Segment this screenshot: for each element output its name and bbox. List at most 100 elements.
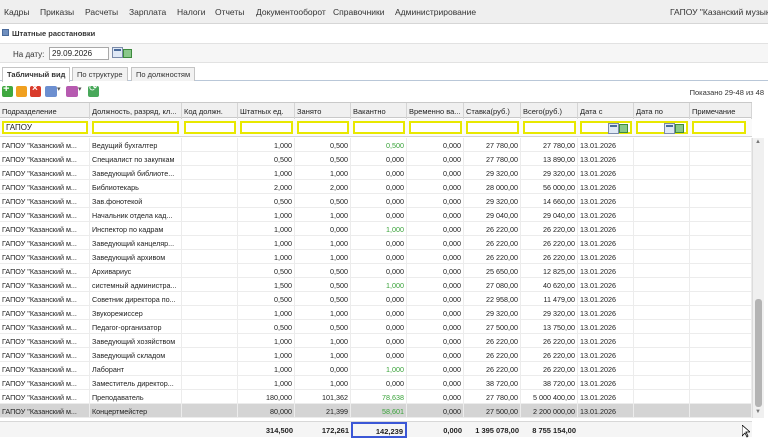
table-row[interactable]: ГАПОУ "Казанский м... Преподаватель 180,00… [0, 390, 752, 404]
cell-note [690, 292, 752, 306]
cell-note [690, 404, 752, 418]
menu-item-zarplata[interactable]: Зарплата [129, 7, 166, 17]
total-occupied: 172,261 [321, 426, 349, 435]
cell-rate: 28 000,00 [464, 180, 521, 194]
table-row[interactable]: ГАПОУ "Казанский м... системный администр… [0, 278, 752, 292]
cell-department: ГАПОУ "Казанский м... [0, 362, 90, 376]
cell-date-from: 13.01.2026 [578, 264, 634, 278]
filter-occupied-input[interactable] [297, 121, 349, 134]
cell-temp-vacant: 0,000 [407, 334, 464, 348]
table-row[interactable]: ГАПОУ "Казанский м... Советник директора … [0, 292, 752, 306]
cell-units: 0,500 [238, 264, 295, 278]
table-row[interactable]: ГАПОУ "Казанский м... Заместитель директо… [0, 376, 752, 390]
print-icon[interactable] [45, 86, 57, 97]
menu-item-kadry[interactable]: Кадры [4, 7, 29, 17]
cell-date-from: 13.01.2026 [578, 362, 634, 376]
cell-units: 1,000 [238, 138, 295, 152]
add-icon[interactable] [2, 83, 13, 97]
table-row[interactable]: ГАПОУ "Казанский м... Звукорежиссер 1,000 1… [0, 306, 752, 320]
table-row[interactable]: ГАПОУ "Казанский м... Заведующий хозяйств… [0, 334, 752, 348]
cell-position: Лаборант [90, 362, 182, 376]
cell-total: 26 220,00 [521, 250, 578, 264]
table-row[interactable]: ГАПОУ "Казанский м... Зав.фонотекой 0,500 0… [0, 194, 752, 208]
print-dropdown-icon[interactable] [57, 85, 63, 97]
menu-item-raschety[interactable]: Расчеты [85, 7, 118, 17]
filter-note-input[interactable] [692, 121, 746, 134]
table-row[interactable]: ГАПОУ "Казанский м... Концертмейстер 80,00… [0, 404, 752, 418]
menu-item-admin[interactable]: Администрирование [395, 7, 476, 17]
filter-total-input[interactable] [523, 121, 576, 134]
filter-units-input[interactable] [240, 121, 293, 134]
menu-item-directories[interactable]: Справочники [333, 7, 385, 17]
table-row[interactable]: ГАПОУ "Казанский м... Библиотекарь 2,000 2,… [0, 180, 752, 194]
cell-code [182, 180, 238, 194]
col-header-vacant[interactable]: Вакантно [351, 103, 407, 119]
cell-position: Начальник отдела кад... [90, 208, 182, 222]
filter-code-input[interactable] [184, 121, 236, 134]
menu-item-nalogi[interactable]: Налоги [177, 7, 206, 17]
col-header-units[interactable]: Штатных ед. [238, 103, 295, 119]
edit-icon[interactable] [16, 86, 27, 97]
calendar-icon[interactable] [112, 47, 123, 58]
filter-date-from-calendar-icon[interactable] [608, 123, 619, 134]
scroll-down-icon[interactable]: ▼ [755, 409, 761, 415]
export-icon[interactable] [66, 86, 78, 97]
scroll-up-icon[interactable]: ▲ [755, 139, 761, 145]
filter-date-from-apply-icon[interactable] [619, 124, 628, 133]
cell-total: 5 000 400,00 [521, 390, 578, 404]
table-row[interactable]: ГАПОУ "Казанский м... Педагог-организатор… [0, 320, 752, 334]
filter-temp-vacant-input[interactable] [409, 121, 462, 134]
filter-date-to-apply-icon[interactable] [675, 124, 684, 133]
filter-position-input[interactable] [92, 121, 179, 134]
col-header-temp-vacant[interactable]: Временно ва... [407, 103, 464, 119]
export-dropdown-icon[interactable] [78, 85, 84, 97]
cell-rate: 26 220,00 [464, 334, 521, 348]
cell-note [690, 306, 752, 320]
cell-date-to [634, 376, 690, 390]
filter-date-to-calendar-icon[interactable] [664, 123, 675, 134]
table-row[interactable]: ГАПОУ "Казанский м... Инспектор по кадрам… [0, 222, 752, 236]
tab-by-structure[interactable]: По структуре [72, 67, 128, 81]
cell-occupied: 0,500 [295, 152, 351, 166]
table-row[interactable]: ГАПОУ "Казанский м... Заведующий архивом 1… [0, 250, 752, 264]
cell-date-to [634, 320, 690, 334]
table-row[interactable]: ГАПОУ "Казанский м... Лаборант 1,000 0,000 1… [0, 362, 752, 376]
vertical-scrollbar[interactable]: ▲ ▼ [752, 138, 764, 418]
filter-department-input[interactable] [2, 121, 88, 134]
table-row[interactable]: ГАПОУ "Казанский м... Архивариус 0,500 0,50… [0, 264, 752, 278]
refresh-icon[interactable] [88, 83, 99, 97]
cell-occupied: 101,362 [295, 390, 351, 404]
date-input[interactable] [49, 47, 109, 60]
menu-item-prikazy[interactable]: Приказы [40, 7, 74, 17]
filter-rate-input[interactable] [466, 121, 519, 134]
tab-by-positions[interactable]: По должностям [131, 67, 196, 81]
table-row[interactable]: ГАПОУ "Казанский м... Специалист по закуп… [0, 152, 752, 166]
col-header-department[interactable]: Подразделение [0, 103, 90, 119]
table-row[interactable]: ГАПОУ "Казанский м... Заведующий складом 1… [0, 348, 752, 362]
col-header-total[interactable]: Всего(руб.) [521, 103, 578, 119]
filter-vacant-input[interactable] [353, 121, 405, 134]
scrollbar-thumb[interactable] [755, 299, 762, 407]
table-row[interactable]: ГАПОУ "Казанский м... Заведующий библиоте… [0, 166, 752, 180]
cell-total: 11 479,00 [521, 292, 578, 306]
table-row[interactable]: ГАПОУ "Казанский м... Ведущий бухгалтер 1,… [0, 138, 752, 152]
col-header-code[interactable]: Код должн. [182, 103, 238, 119]
col-header-occupied[interactable]: Занято [295, 103, 351, 119]
apply-date-icon[interactable] [123, 49, 132, 58]
table-row[interactable]: ГАПОУ "Казанский м... Заведующий канцеляр… [0, 236, 752, 250]
cell-code [182, 404, 238, 418]
col-header-date-from[interactable]: Дата с [578, 103, 634, 119]
delete-icon[interactable] [30, 83, 41, 97]
cell-date-to [634, 236, 690, 250]
cell-date-from: 13.01.2026 [578, 348, 634, 362]
col-header-position[interactable]: Должность, разряд, кл... [90, 103, 182, 119]
cell-note [690, 334, 752, 348]
menu-item-otchety[interactable]: Отчеты [215, 7, 244, 17]
table-row[interactable]: ГАПОУ "Казанский м... Начальник отдела ка… [0, 208, 752, 222]
col-header-date-to[interactable]: Дата по [634, 103, 690, 119]
menu-item-documents[interactable]: Документооборот [256, 7, 326, 17]
cell-date-from: 13.01.2026 [578, 152, 634, 166]
col-header-note[interactable]: Примечание [690, 103, 752, 119]
tab-table-view[interactable]: Табличный вид [2, 67, 71, 82]
col-header-rate[interactable]: Ставка(руб.) [464, 103, 521, 119]
